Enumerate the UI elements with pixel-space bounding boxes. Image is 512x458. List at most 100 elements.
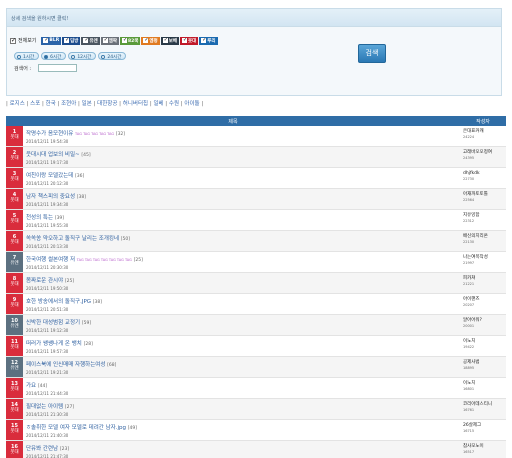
author-name[interactable]: dhjfkdk (463, 171, 480, 176)
rank-badge: 6 웃대 (6, 231, 23, 251)
post-title-link[interactable]: 몸짜로운 관시야 (26, 278, 63, 284)
category-link[interactable]: 로지스 (10, 101, 25, 107)
search-panel-header[interactable]: 상세 검색을 원하시면 클릭! (7, 9, 501, 27)
author-id: 21221 (463, 281, 475, 286)
source-label: 유엔 (10, 261, 19, 266)
author-cell: 피카쳐 21221 (460, 273, 506, 293)
checkbox-icon (83, 37, 89, 43)
time-option-0[interactable]: 1시간 (14, 52, 40, 60)
post-title-link[interactable]: 천성의 특는 (26, 215, 53, 221)
category-link[interactable]: 일베 (153, 101, 163, 107)
category-link[interactable]: 조현아 (61, 101, 76, 107)
author-name[interactable]: 26살제그 (463, 423, 481, 428)
rank-badge: 12 유엔 (6, 357, 23, 377)
time-option-label: 12시간 (77, 54, 92, 60)
author-id: 24395 (463, 155, 475, 160)
author-cell: 배신의치리온 22130 (460, 231, 506, 251)
author-name[interactable]: 알아어줘? (463, 318, 482, 323)
rank-badge: 15 웃대 (6, 420, 23, 440)
category-link[interactable]: 일본 (82, 101, 92, 107)
category-link[interactable]: 대한항공 (97, 101, 117, 107)
author-name[interactable]: 코리아데스티니 (463, 402, 492, 407)
keyword-input[interactable] (38, 64, 77, 72)
post-title-link[interactable]: 페이스북에 인신매매 자행하는여성 (26, 362, 105, 368)
post-content: 호한 방송에서의 돌직구.JPG [38] 2014/12/11 20:51:30 (23, 294, 460, 314)
post-title-link[interactable]: 쏙쏙쏭 약오하고 돌직구 날리는 조개킹네 (26, 236, 119, 242)
author-name[interactable]: 고래바오오정여 (463, 150, 492, 155)
author-id: 22730 (463, 176, 475, 181)
category-link[interactable]: 허니버터칩 (123, 101, 148, 107)
post-title-link[interactable]: 신박한 대성범험 교정기 (26, 320, 80, 326)
post-content: 신박한 대성범험 교정기 [59] 2014/12/11 19:12:30 (23, 315, 460, 335)
category-link[interactable]: 한국 (46, 101, 56, 107)
post-title-link[interactable]: 남자 책스피의 중요성 (26, 194, 75, 200)
time-option-2[interactable]: 12시간 (68, 52, 97, 60)
post-title-link[interactable]: 호한 방송에서의 돌직구.JPG (26, 299, 91, 305)
author-name[interactable]: 아이핸즈 (463, 297, 480, 302)
time-option-3[interactable]: 24시간 (98, 52, 127, 60)
rank-badge: 5 웃대 (6, 210, 23, 230)
select-all-checkbox[interactable]: 전체보기 (10, 37, 38, 44)
filter-5[interactable]: 엠펑 (141, 36, 160, 45)
filter-4[interactable]: 82쿡 (120, 36, 141, 45)
column-author: 작성자 (476, 118, 490, 125)
post-title-line: 신박한 대성범험 교정기 [59] (26, 318, 460, 326)
filter-6[interactable]: 보배 (160, 36, 179, 45)
table-row: 7 유엔 한국여행 썰본여행 저 TAG TAG TAG TAG TAG TAG T… (6, 252, 506, 273)
source-filter-row: 전체보기 BLR 딥방 유엔 엠팍 82쿡 엠펑 보배 웃대 루리 (10, 36, 218, 45)
search-button[interactable]: 검색 (358, 44, 386, 63)
post-date: 2014/12/11 21:40:30 (26, 433, 69, 438)
post-title-link[interactable]: 웃대시대 업보의 비밀~ (26, 152, 80, 158)
filter-2[interactable]: 유엔 (81, 36, 100, 45)
source-label: 웃대 (10, 429, 19, 434)
author-name[interactable]: 아재까토토톨 (463, 192, 488, 197)
table-row: 14 웃대 필대없는 아이템 [27] 2014/12/11 21:30:30 코리아데… (6, 399, 506, 420)
filter-1[interactable]: 딥방 (62, 36, 81, 45)
filter-8[interactable]: 루리 (199, 36, 218, 45)
post-title-link[interactable]: 한국여행 썰본여행 저 (26, 257, 75, 263)
author-name[interactable]: 피카쳐 (463, 276, 475, 281)
author-name[interactable]: 이노치 (463, 381, 475, 386)
post-title-link[interactable]: 떠러가 쌩쌩나게 온 뱅치 (26, 341, 82, 347)
rank-badge: 3 웃대 (6, 168, 23, 188)
author-name[interactable]: 나는여목작성 (463, 255, 488, 260)
comment-count: [36] (75, 174, 85, 179)
author-name[interactable]: 지유잉함 (463, 213, 480, 218)
time-option-label: 1시간 (23, 54, 35, 60)
time-option-1[interactable]: 6시간 (41, 52, 67, 60)
post-title-link[interactable]: 단유봐 간련남 (26, 446, 58, 452)
author-name[interactable]: 이노치 (463, 339, 475, 344)
rank-badge: 8 웃대 (6, 273, 23, 293)
filter-3[interactable]: 엠팍 (100, 36, 120, 45)
post-title-link[interactable]: 작명수가 음모현이유 (26, 131, 73, 137)
post-title-link[interactable]: ㅎ솔취한 모델 여자 모델로 데려간 남자.jpg (26, 425, 126, 431)
post-title-line: 필대없는 아이템 [27] (26, 402, 460, 410)
category-link[interactable]: 아이돌 (184, 101, 199, 107)
comment-count: [23] (59, 447, 70, 452)
category-link[interactable]: 스포 (30, 101, 40, 107)
author-cell: 코리아데스티니 16761 (460, 399, 506, 419)
post-title-line: 호한 방송에서의 돌직구.JPG [38] (26, 297, 460, 305)
category-link[interactable]: 수원 (169, 101, 179, 107)
post-title-link[interactable]: 필대없는 아이템 (26, 404, 63, 410)
post-title-link[interactable]: 가요 (26, 383, 36, 389)
author-name[interactable]: 공제사범 (463, 360, 480, 365)
author-id: 22130 (463, 239, 475, 244)
table-row: 11 웃대 떠러가 쌩쌩나게 온 뱅치 [28] 2014/12/11 19:57:3… (6, 336, 506, 357)
post-title-line: ㅎ솔취한 모델 여자 모델로 데려간 남자.jpg [49] (26, 423, 460, 431)
post-title-link[interactable]: 여친이랑 모델갔는데 (26, 173, 73, 179)
post-date: 2014/12/11 19:55:30 (26, 223, 69, 228)
table-row: 2 웃대 웃대시대 업보의 비밀~ [45] 2014/12/11 19:17:30 고… (6, 147, 506, 168)
author-name[interactable]: 참사모노이 (463, 444, 484, 449)
author-cell: 지유잉함 22312 (460, 210, 506, 230)
comment-count: [25] (64, 279, 75, 284)
author-id: 16801 (463, 386, 475, 391)
filter-7[interactable]: 웃대 (179, 36, 199, 45)
author-name[interactable]: 배신의치리온 (463, 234, 488, 239)
rank-badge: 4 웃대 (6, 189, 23, 209)
author-name[interactable]: 은대표커캐 (463, 129, 484, 134)
post-content: 남자 책스피의 중요성 [38] 2014/12/11 19:34:30 (23, 189, 460, 209)
source-label: 웃대 (10, 282, 19, 287)
category-links: | 로지스 | 스포 | 한국 | 조현아 | 일본 | 대한항공 | 허니버터… (6, 99, 203, 107)
filter-0[interactable]: BLR (41, 36, 62, 45)
